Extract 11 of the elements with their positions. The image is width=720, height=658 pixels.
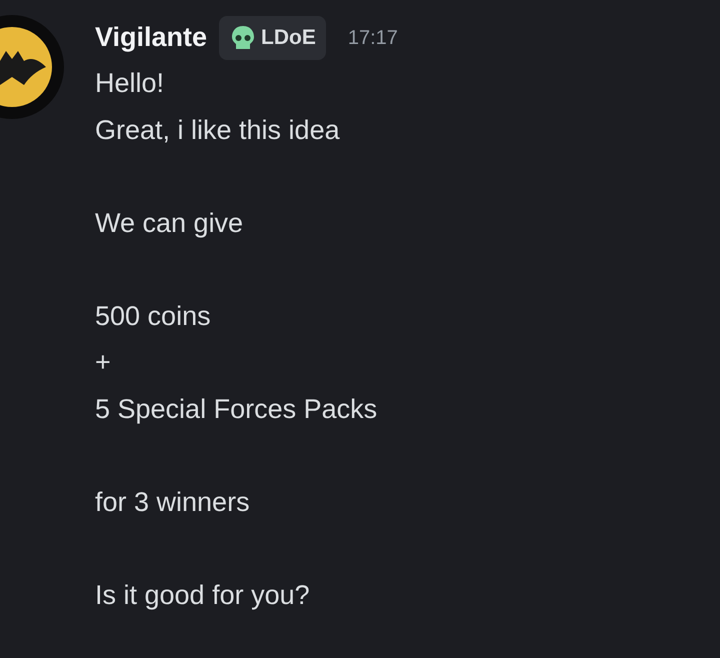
- message-line: +: [95, 346, 112, 379]
- message-line: 500 coins: [95, 300, 212, 332]
- message-line: We can give: [95, 206, 244, 240]
- message-line: Great, i like this idea: [95, 114, 341, 146]
- message-line: for 3 winners: [95, 486, 251, 518]
- timestamp: 17:17: [348, 26, 398, 50]
- server-tag[interactable]: LDoE: [219, 16, 326, 60]
- username[interactable]: Vigilante: [95, 17, 208, 58]
- message-line: Hello!: [95, 67, 166, 100]
- message-line: 5 Special Forces Packs: [95, 392, 378, 426]
- message-line: Is it good for you?: [95, 578, 311, 612]
